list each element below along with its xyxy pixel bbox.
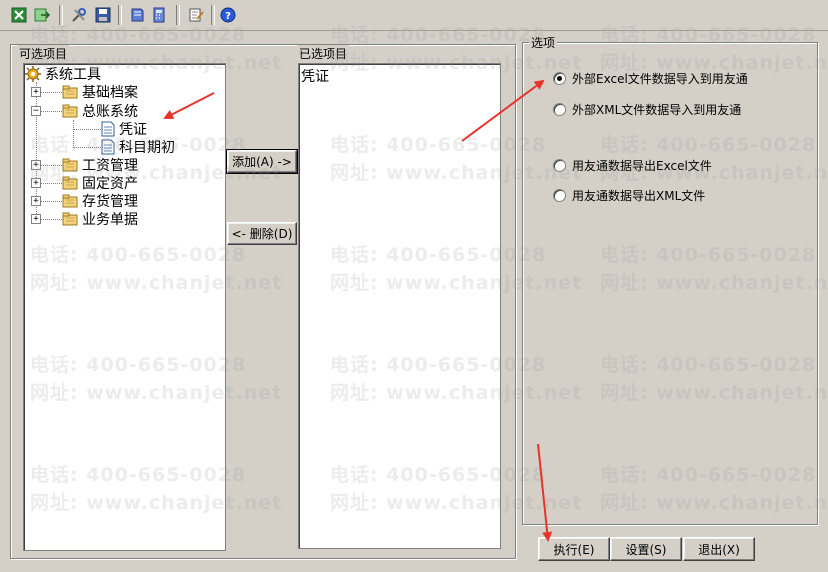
save-icon[interactable]	[94, 6, 112, 24]
radio-unchecked-icon[interactable]	[553, 103, 566, 116]
document-icon	[101, 139, 115, 155]
excel-icon[interactable]	[10, 6, 28, 24]
available-items-tree[interactable]: 系统工具 + 基础档案 − 总账系统 凭证 科目期初 + 工资管理 + 固定资产…	[23, 63, 226, 551]
add-button[interactable]: 添加(A) ->	[226, 149, 298, 174]
tree-node-voucher[interactable]: 凭证	[101, 120, 147, 138]
calculator-icon[interactable]	[150, 6, 168, 24]
tree-node-business-documents[interactable]: 业务单据	[62, 210, 138, 228]
help-icon[interactable]: ?	[219, 6, 237, 24]
tools-icon[interactable]	[70, 6, 88, 24]
radio-import-xml[interactable]: 外部XML文件数据导入到用友通	[553, 101, 741, 118]
system-tools-icon	[25, 66, 41, 82]
options-label: 选项	[529, 34, 558, 51]
tree-node-basic-records[interactable]: 基础档案	[62, 83, 138, 101]
settings-button[interactable]: 设置(S)	[610, 537, 682, 561]
tree-node-payroll[interactable]: 工资管理	[62, 156, 138, 174]
radio-unchecked-icon[interactable]	[553, 159, 566, 172]
radio-export-xml[interactable]: 用友通数据导出XML文件	[553, 187, 705, 204]
radio-import-excel[interactable]: 外部Excel文件数据导入到用友通	[553, 70, 748, 87]
toolbar: ?	[0, 0, 828, 31]
expand-plus-icon[interactable]: +	[31, 87, 41, 97]
document-icon	[101, 121, 115, 137]
collapse-minus-icon[interactable]: −	[31, 106, 41, 116]
execute-button[interactable]: 执行(E)	[538, 537, 610, 561]
folder-icon	[62, 104, 78, 118]
svg-text:?: ?	[225, 11, 231, 22]
folder-icon	[62, 85, 78, 99]
expand-plus-icon[interactable]: +	[31, 178, 41, 188]
tree-node-general-ledger[interactable]: 总账系统	[62, 102, 138, 120]
export-icon[interactable]	[33, 6, 51, 24]
selected-item[interactable]: 凭证	[301, 66, 329, 86]
radio-export-excel[interactable]: 用友通数据导出Excel文件	[553, 157, 712, 174]
folder-icon	[62, 212, 78, 226]
tree-node-inventory[interactable]: 存货管理	[62, 192, 138, 210]
selected-items-list[interactable]: 凭证	[298, 63, 501, 549]
exit-button[interactable]: 退出(X)	[683, 537, 755, 561]
tree-node-root[interactable]: 系统工具	[25, 65, 101, 83]
remove-button[interactable]: <- 删除(D)	[227, 222, 297, 245]
folder-icon	[62, 194, 78, 208]
radio-unchecked-icon[interactable]	[553, 189, 566, 202]
folder-icon	[62, 176, 78, 190]
tree-node-opening-balance[interactable]: 科目期初	[101, 138, 175, 156]
folder-icon	[62, 158, 78, 172]
edit-icon[interactable]	[187, 6, 205, 24]
tree-node-fixed-assets[interactable]: 固定资产	[62, 174, 138, 192]
radio-checked-icon[interactable]	[553, 72, 566, 85]
available-items-label: 可选项目	[17, 45, 70, 62]
expand-plus-icon[interactable]: +	[31, 214, 41, 224]
expand-plus-icon[interactable]: +	[31, 196, 41, 206]
expand-plus-icon[interactable]: +	[31, 160, 41, 170]
book-icon[interactable]	[128, 6, 146, 24]
selected-items-label: 已选项目	[297, 45, 350, 62]
